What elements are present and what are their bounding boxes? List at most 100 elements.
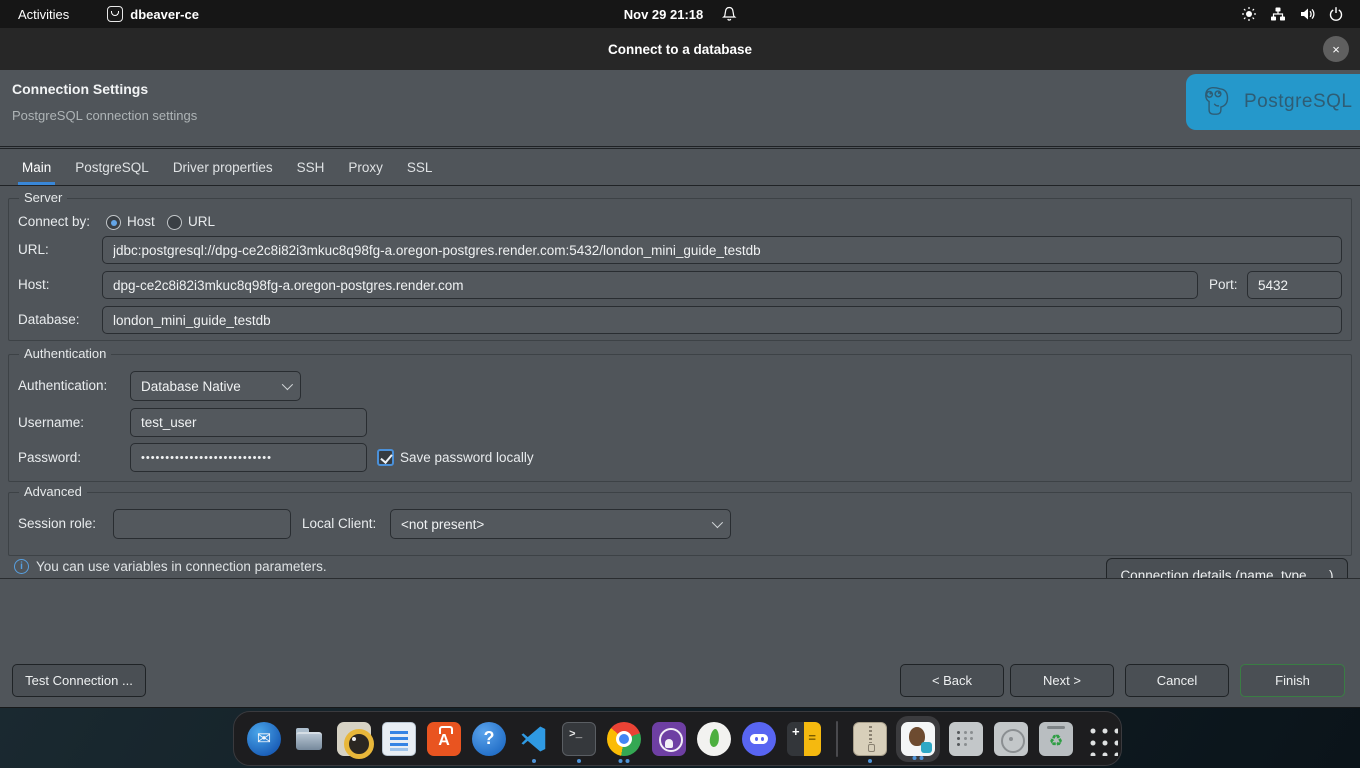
text-editor-icon [949,722,983,756]
focused-app-menu[interactable]: dbeaver-ce [107,6,199,22]
terminal-icon [562,722,596,756]
dock-item-calculator[interactable] [787,712,821,765]
archive-manager-icon [853,722,887,756]
dock-item-dbeaver[interactable] [896,716,940,762]
dock-item-archive-manager[interactable] [853,712,887,765]
help-icon [472,722,506,756]
focused-app-name: dbeaver-ce [130,7,199,22]
dock-item-github-desktop[interactable] [652,712,686,765]
password-input[interactable] [130,443,367,472]
cancel-button[interactable]: Cancel [1125,664,1229,697]
authentication-label: Authentication: [18,376,107,396]
host-label: Host: [18,275,50,295]
info-icon: i [14,559,29,574]
calculator-icon [787,722,821,756]
dialog-title: Connect to a database [0,28,1360,70]
dock-item-ubuntu-software[interactable] [427,712,461,765]
tab-proxy[interactable]: Proxy [346,149,385,185]
connect-by-host-radio[interactable] [106,215,121,230]
dock-item-files[interactable] [292,712,326,765]
connect-by-url-radio-label[interactable]: URL [188,212,215,232]
dock-item-disk-usage[interactable] [994,712,1028,765]
chevron-down-icon [712,517,723,528]
port-label: Port: [1209,275,1238,295]
page-title: Connection Settings [12,81,148,97]
dock-item-thunderbird[interactable] [247,712,281,765]
save-password-checkbox[interactable] [377,449,394,466]
session-role-input[interactable] [113,509,291,539]
tab-ssh[interactable]: SSH [295,149,327,185]
dock-item-rhythmbox[interactable] [337,712,371,765]
url-label: URL: [18,240,49,260]
database-input[interactable] [102,306,1342,334]
thunderbird-icon [247,722,281,756]
screen: Activities dbeaver-ce Nov 29 21:18 [0,0,1360,768]
dock-item-mongodb[interactable] [697,712,731,765]
power-icon [1328,6,1344,22]
dock-item-terminal[interactable] [562,712,596,765]
postgresql-elephant-icon [1202,82,1236,123]
dock-item-trash[interactable] [1039,712,1073,765]
volume-icon [1299,6,1315,22]
authentication-dropdown[interactable]: Database Native [130,371,301,401]
back-button[interactable]: < Back [900,664,1004,697]
connection-details-button[interactable]: Connection details (name, type, ... ) [1106,558,1348,578]
ubuntu-software-icon [427,722,461,756]
page-subtitle: PostgreSQL connection settings [12,108,197,123]
notification-bell-icon[interactable] [721,6,736,22]
authentication-group-legend: Authentication [19,346,111,361]
dock-item-libreoffice-writer[interactable] [382,712,416,765]
password-label: Password: [18,448,81,468]
libreoffice-writer-icon [382,722,416,756]
dock-item-text-editor[interactable] [949,712,983,765]
local-client-dropdown[interactable]: <not present> [390,509,731,539]
tab-driver-properties[interactable]: Driver properties [171,149,275,185]
port-input[interactable] [1247,271,1342,299]
github-desktop-icon [652,722,686,756]
advanced-group-legend: Advanced [19,484,87,499]
database-label: Database: [18,310,80,330]
authentication-dropdown-value: Database Native [141,379,274,394]
dock-item-vscode[interactable] [517,712,551,765]
tab-main[interactable]: Main [20,149,53,185]
vscode-icon [517,722,551,756]
dock-item-help[interactable] [472,712,506,765]
system-status-area[interactable] [1241,6,1360,22]
activities-button[interactable]: Activities [0,0,87,28]
host-input[interactable] [102,271,1198,299]
url-input[interactable] [102,236,1342,264]
dock-item-app-grid[interactable] [1084,712,1118,765]
dock-separator [836,721,838,757]
dock [233,711,1122,766]
session-role-label: Session role: [18,514,96,534]
dbeaver-app-icon [107,6,123,22]
close-icon[interactable]: × [1323,36,1349,62]
info-row: i You can use variables in connection pa… [14,559,327,574]
save-password-label[interactable]: Save password locally [400,448,534,468]
finish-button[interactable]: Finish [1240,664,1345,697]
main-tab-content: Server Connect by: Host URL URL: Host: P… [0,187,1360,578]
tab-postgresql[interactable]: PostgreSQL [73,149,151,185]
info-text: You can use variables in connection para… [36,559,327,574]
dialog-titlebar[interactable]: Connect to a database × [0,28,1360,70]
dock-item-discord[interactable] [742,712,776,765]
dbeaver-icon [901,722,935,756]
username-label: Username: [18,413,84,433]
tab-ssl[interactable]: SSL [405,149,435,185]
next-button[interactable]: Next > [1010,664,1114,697]
clock[interactable]: Nov 29 21:18 [624,7,704,22]
settings-tab-bar: Main PostgreSQL Driver properties SSH Proxy S… [0,148,1360,186]
test-connection-button[interactable]: Test Connection ... [12,664,146,697]
mongodb-icon [697,722,731,756]
dock-item-chrome[interactable] [607,712,641,765]
connect-by-host-radio-label[interactable]: Host [127,212,155,232]
app-grid-icon [1084,722,1118,756]
local-client-label: Local Client: [302,514,376,534]
chevron-down-icon [282,379,293,390]
files-folder-icon [292,722,326,756]
server-group-legend: Server [19,190,67,205]
username-input[interactable] [130,408,367,437]
connect-by-url-radio[interactable] [167,215,182,230]
network-icon [1270,6,1286,22]
wizard-header: Connection Settings PostgreSQL connectio… [0,70,1360,147]
